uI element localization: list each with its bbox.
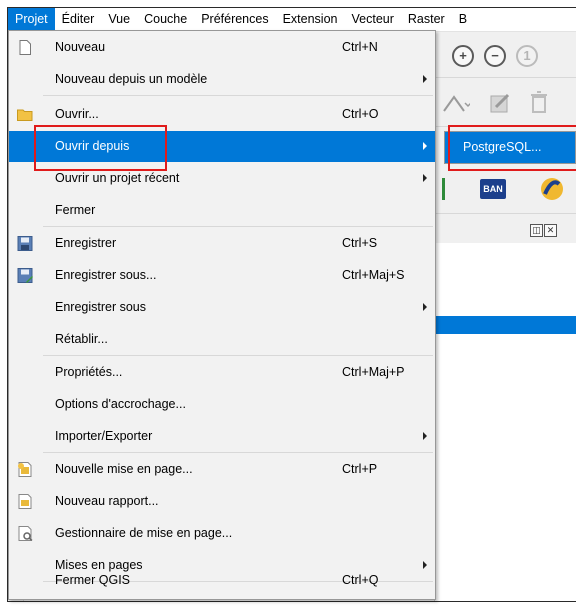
annotation-box-ouvrir-depuis xyxy=(34,125,167,171)
submenu-arrow-icon xyxy=(423,174,427,182)
layers-panel xyxy=(434,243,576,601)
panel-header: ◫ ✕ xyxy=(434,219,576,243)
float-panel-icon[interactable]: ◫ xyxy=(530,224,543,237)
projet-menu: Nouveau Ctrl+N Nouveau depuis un modèle … xyxy=(8,30,436,600)
menu-item-options-accrochage[interactable]: Options d'accrochage... xyxy=(9,389,435,420)
zoom-out-icon[interactable]: − xyxy=(484,45,506,67)
menu-separator xyxy=(43,452,433,453)
save-as-icon xyxy=(17,268,33,283)
menu-item-enregistrer-sous[interactable]: Enregistrer sous xyxy=(9,292,435,323)
plugins-toolbar: BAN xyxy=(434,166,576,214)
menu-separator xyxy=(43,355,433,356)
menu-item-retablir[interactable]: Rétablir... xyxy=(9,324,435,355)
toolbar-handle xyxy=(442,178,445,200)
menu-item-enregistrer[interactable]: Enregistrer Ctrl+S xyxy=(9,228,435,259)
menu-bar: Projet Éditer Vue Couche Préférences Ext… xyxy=(8,8,576,32)
menu-preferences[interactable]: Préférences xyxy=(194,8,275,31)
menu-item-nouveau[interactable]: Nouveau Ctrl+N xyxy=(9,32,435,63)
submenu-arrow-icon xyxy=(423,142,427,150)
vertex-tool-icon[interactable] xyxy=(440,93,470,115)
submenu-arrow-icon xyxy=(423,303,427,311)
digitizing-toolbar xyxy=(434,81,576,127)
annotation-box-postgresql xyxy=(448,125,576,171)
ban-plugin-icon[interactable]: BAN xyxy=(480,179,506,199)
new-document-icon xyxy=(19,40,31,55)
folder-icon xyxy=(17,109,33,121)
menu-projet[interactable]: Projet xyxy=(8,8,55,31)
menu-item-gestionnaire-mise-en-page[interactable]: Gestionnaire de mise en page... xyxy=(9,518,435,549)
delete-icon[interactable] xyxy=(528,89,550,115)
zoom-in-icon[interactable]: + xyxy=(452,45,474,67)
zoom-native-icon[interactable]: 1 xyxy=(516,45,538,67)
menu-extension[interactable]: Extension xyxy=(276,8,345,31)
edit-attributes-icon[interactable] xyxy=(488,91,512,115)
menu-vecteur[interactable]: Vecteur xyxy=(345,8,401,31)
menu-editer[interactable]: Éditer xyxy=(55,8,102,31)
menu-item-proprietes[interactable]: Propriétés... Ctrl+Maj+P xyxy=(9,357,435,388)
menu-item-nouvelle-mise-en-page[interactable]: Nouvelle mise en page... Ctrl+P xyxy=(9,454,435,485)
save-icon xyxy=(17,236,33,251)
menu-item-importer-exporter[interactable]: Importer/Exporter xyxy=(9,421,435,452)
menu-item-fermer-qgis[interactable]: Fermer QGIS Ctrl+Q xyxy=(9,565,435,596)
menu-raster[interactable]: Raster xyxy=(401,8,452,31)
menu-couche[interactable]: Couche xyxy=(137,8,194,31)
menu-item-fermer[interactable]: Fermer xyxy=(9,195,435,226)
submenu-arrow-icon xyxy=(423,432,427,440)
menu-item-enregistrer-sous-dialog[interactable]: Enregistrer sous... Ctrl+Maj+S xyxy=(9,260,435,291)
menu-b[interactable]: B xyxy=(452,8,474,31)
menu-item-nouveau-modele[interactable]: Nouveau depuis un modèle xyxy=(9,64,435,95)
close-panel-icon[interactable]: ✕ xyxy=(544,224,557,237)
plugin-globe-icon[interactable] xyxy=(539,176,565,202)
new-layout-icon xyxy=(18,462,32,477)
menu-item-nouveau-rapport[interactable]: Nouveau rapport... xyxy=(9,486,435,517)
menu-separator xyxy=(43,95,433,96)
selected-layer-row[interactable] xyxy=(435,316,576,334)
menu-vue[interactable]: Vue xyxy=(101,8,137,31)
map-navigation-toolbar: + − 1 xyxy=(434,32,576,78)
new-report-icon xyxy=(18,494,32,509)
submenu-arrow-icon xyxy=(423,75,427,83)
layout-manager-icon xyxy=(18,526,33,541)
menu-separator xyxy=(43,226,433,227)
